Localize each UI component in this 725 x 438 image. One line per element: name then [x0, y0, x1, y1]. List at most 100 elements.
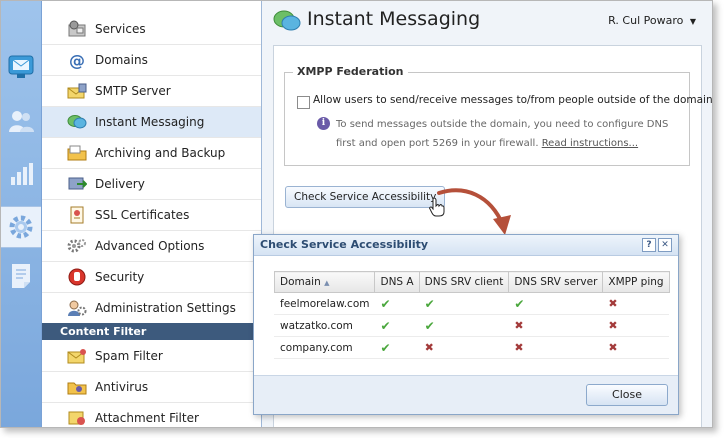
check-icon: ✔ — [374, 336, 420, 359]
chevron-down-icon: ▼ — [689, 17, 696, 26]
sidebar-item-label: SMTP Server — [95, 84, 171, 98]
rail-notes-button[interactable] — [1, 256, 41, 296]
close-button[interactable]: Close — [586, 384, 668, 406]
gears-icon — [66, 237, 88, 255]
sidebar-item-label: Domains — [95, 53, 148, 67]
page-title: Instant Messaging — [307, 8, 481, 30]
sidebar-item-services[interactable]: Services — [42, 14, 261, 45]
cross-icon: ✖ — [602, 292, 670, 315]
table-row[interactable]: watzatko.com ✔ ✔ ✖ ✖ — [273, 314, 670, 337]
column-header-dns-srv-server[interactable]: DNS SRV server — [508, 271, 604, 293]
sidebar-item-spam-filter[interactable]: Spam Filter — [42, 341, 261, 372]
dialog-close-icon[interactable]: ✕ — [658, 238, 672, 252]
sidebar-item-delivery[interactable]: Delivery — [42, 169, 261, 200]
column-header-xmpp-ping[interactable]: XMPP ping — [602, 271, 670, 293]
info-icon: i — [317, 117, 330, 130]
sidebar-item-label: Advanced Options — [95, 239, 205, 253]
dialog-body: Domain ▲ DNS A DNS SRV client DNS SRV se… — [258, 256, 674, 374]
note-icon — [12, 264, 30, 288]
check-icon: ✔ — [418, 292, 509, 315]
sidebar-item-label: Delivery — [95, 177, 145, 191]
sidebar-item-label: Services — [95, 22, 146, 36]
cross-icon: ✖ — [508, 314, 603, 337]
sidebar-item-antivirus[interactable]: Antivirus — [42, 372, 261, 403]
domain-cell: watzatko.com — [273, 314, 375, 337]
table-row[interactable]: feelmorelaw.com ✔ ✔ ✔ ✖ — [273, 292, 670, 315]
cross-icon: ✖ — [508, 336, 603, 359]
spam-filter-icon — [66, 347, 88, 365]
sidebar-item-domains[interactable]: @ Domains — [42, 45, 261, 76]
rail-users-button[interactable] — [1, 101, 41, 141]
check-icon: ✔ — [508, 292, 603, 315]
table-header-row: Domain ▲ DNS A DNS SRV client DNS SRV se… — [273, 271, 670, 293]
rail-configuration-button[interactable] — [1, 206, 41, 248]
antivirus-icon — [66, 378, 88, 396]
sidebar-item-label: Attachment Filter — [95, 411, 199, 425]
sidebar-item-advanced-options[interactable]: Advanced Options — [42, 231, 261, 262]
xmpp-federation-legend: XMPP Federation — [293, 65, 408, 78]
check-service-accessibility-dialog: Check Service Accessibility ? ✕ Domain ▲… — [253, 234, 679, 415]
user-menu[interactable]: R. Cul Powaro ▼ — [608, 14, 696, 27]
domain-cell: company.com — [273, 336, 375, 359]
rail-mail-button[interactable] — [1, 47, 41, 87]
sidebar-item-attachment-filter[interactable]: Attachment Filter — [42, 403, 261, 427]
check-icon: ✔ — [374, 314, 420, 337]
smtp-server-icon — [66, 82, 88, 100]
allow-external-label: Allow users to send/receive messages to/… — [313, 94, 713, 106]
sidebar-item-ssl-certificates[interactable]: SSL Certificates — [42, 200, 261, 231]
sidebar-item-label: Spam Filter — [95, 349, 163, 363]
read-instructions-link[interactable]: Read instructions... — [542, 138, 638, 149]
sidebar-item-label: Archiving and Backup — [95, 146, 226, 160]
allow-external-checkbox[interactable] — [297, 96, 310, 109]
cross-icon: ✖ — [602, 314, 670, 337]
sidebar-item-archiving-backup[interactable]: Archiving and Backup — [42, 138, 261, 169]
check-service-accessibility-button[interactable]: Check Service Accessibility — [285, 186, 446, 208]
xmpp-federation-fieldset: XMPP Federation Allow users to send/rece… — [284, 65, 712, 166]
column-header-dns-a[interactable]: DNS A — [374, 271, 420, 293]
at-sign-icon: @ — [69, 50, 85, 70]
sidebar-item-label: SSL Certificates — [95, 208, 190, 222]
check-icon: ✔ — [418, 314, 509, 337]
sidebar-item-smtp-server[interactable]: SMTP Server — [42, 76, 261, 107]
sidebar-item-label: Administration Settings — [95, 301, 236, 315]
certificate-icon — [66, 206, 88, 224]
check-icon: ✔ — [374, 292, 420, 315]
mail-screen-icon — [8, 55, 34, 78]
attachment-filter-icon — [66, 409, 88, 427]
info-text: To send messages outside the domain, you… — [336, 115, 686, 153]
cross-icon: ✖ — [602, 336, 670, 359]
column-header-dns-srv-client[interactable]: DNS SRV client — [418, 271, 510, 293]
content-filter-header: Content Filter — [42, 323, 261, 340]
user-name: R. Cul Powaro — [608, 14, 684, 27]
sort-asc-icon: ▲ — [324, 279, 330, 287]
dialog-footer: Close — [254, 375, 678, 414]
sidebar: Services @ Domains SMTP Server Instant M… — [42, 1, 262, 427]
sidebar-item-label: Antivirus — [95, 380, 149, 394]
annotation-arrow-icon — [437, 188, 511, 235]
dialog-header: Check Service Accessibility ? ✕ — [254, 235, 678, 256]
help-button[interactable]: ? — [642, 238, 656, 252]
dialog-title: Check Service Accessibility — [260, 238, 429, 251]
cross-icon: ✖ — [418, 336, 509, 359]
users-icon — [9, 111, 34, 132]
delivery-icon — [66, 175, 88, 193]
sidebar-item-label: Instant Messaging — [95, 115, 205, 129]
archive-folder-icon — [66, 144, 88, 162]
services-icon — [66, 20, 88, 38]
table-row[interactable]: company.com ✔ ✖ ✖ ✖ — [273, 336, 670, 359]
chat-bubbles-icon — [66, 113, 88, 131]
icon-rail — [1, 1, 42, 427]
sidebar-item-instant-messaging[interactable]: Instant Messaging — [42, 107, 261, 138]
sidebar-item-label: Security — [95, 270, 145, 284]
security-hand-icon — [66, 268, 88, 286]
column-header-domain[interactable]: Domain ▲ — [273, 271, 376, 293]
rail-statistics-button[interactable] — [1, 154, 41, 194]
accessibility-table: Domain ▲ DNS A DNS SRV client DNS SRV se… — [273, 271, 670, 359]
bar-chart-icon — [11, 163, 33, 185]
sidebar-item-security[interactable]: Security — [42, 262, 261, 293]
domain-cell: feelmorelaw.com — [273, 292, 375, 315]
app-window: Services @ Domains SMTP Server Instant M… — [0, 0, 713, 428]
sidebar-item-administration-settings[interactable]: Administration Settings — [42, 293, 261, 324]
gear-icon — [9, 215, 33, 239]
chat-bubbles-icon — [272, 8, 302, 38]
